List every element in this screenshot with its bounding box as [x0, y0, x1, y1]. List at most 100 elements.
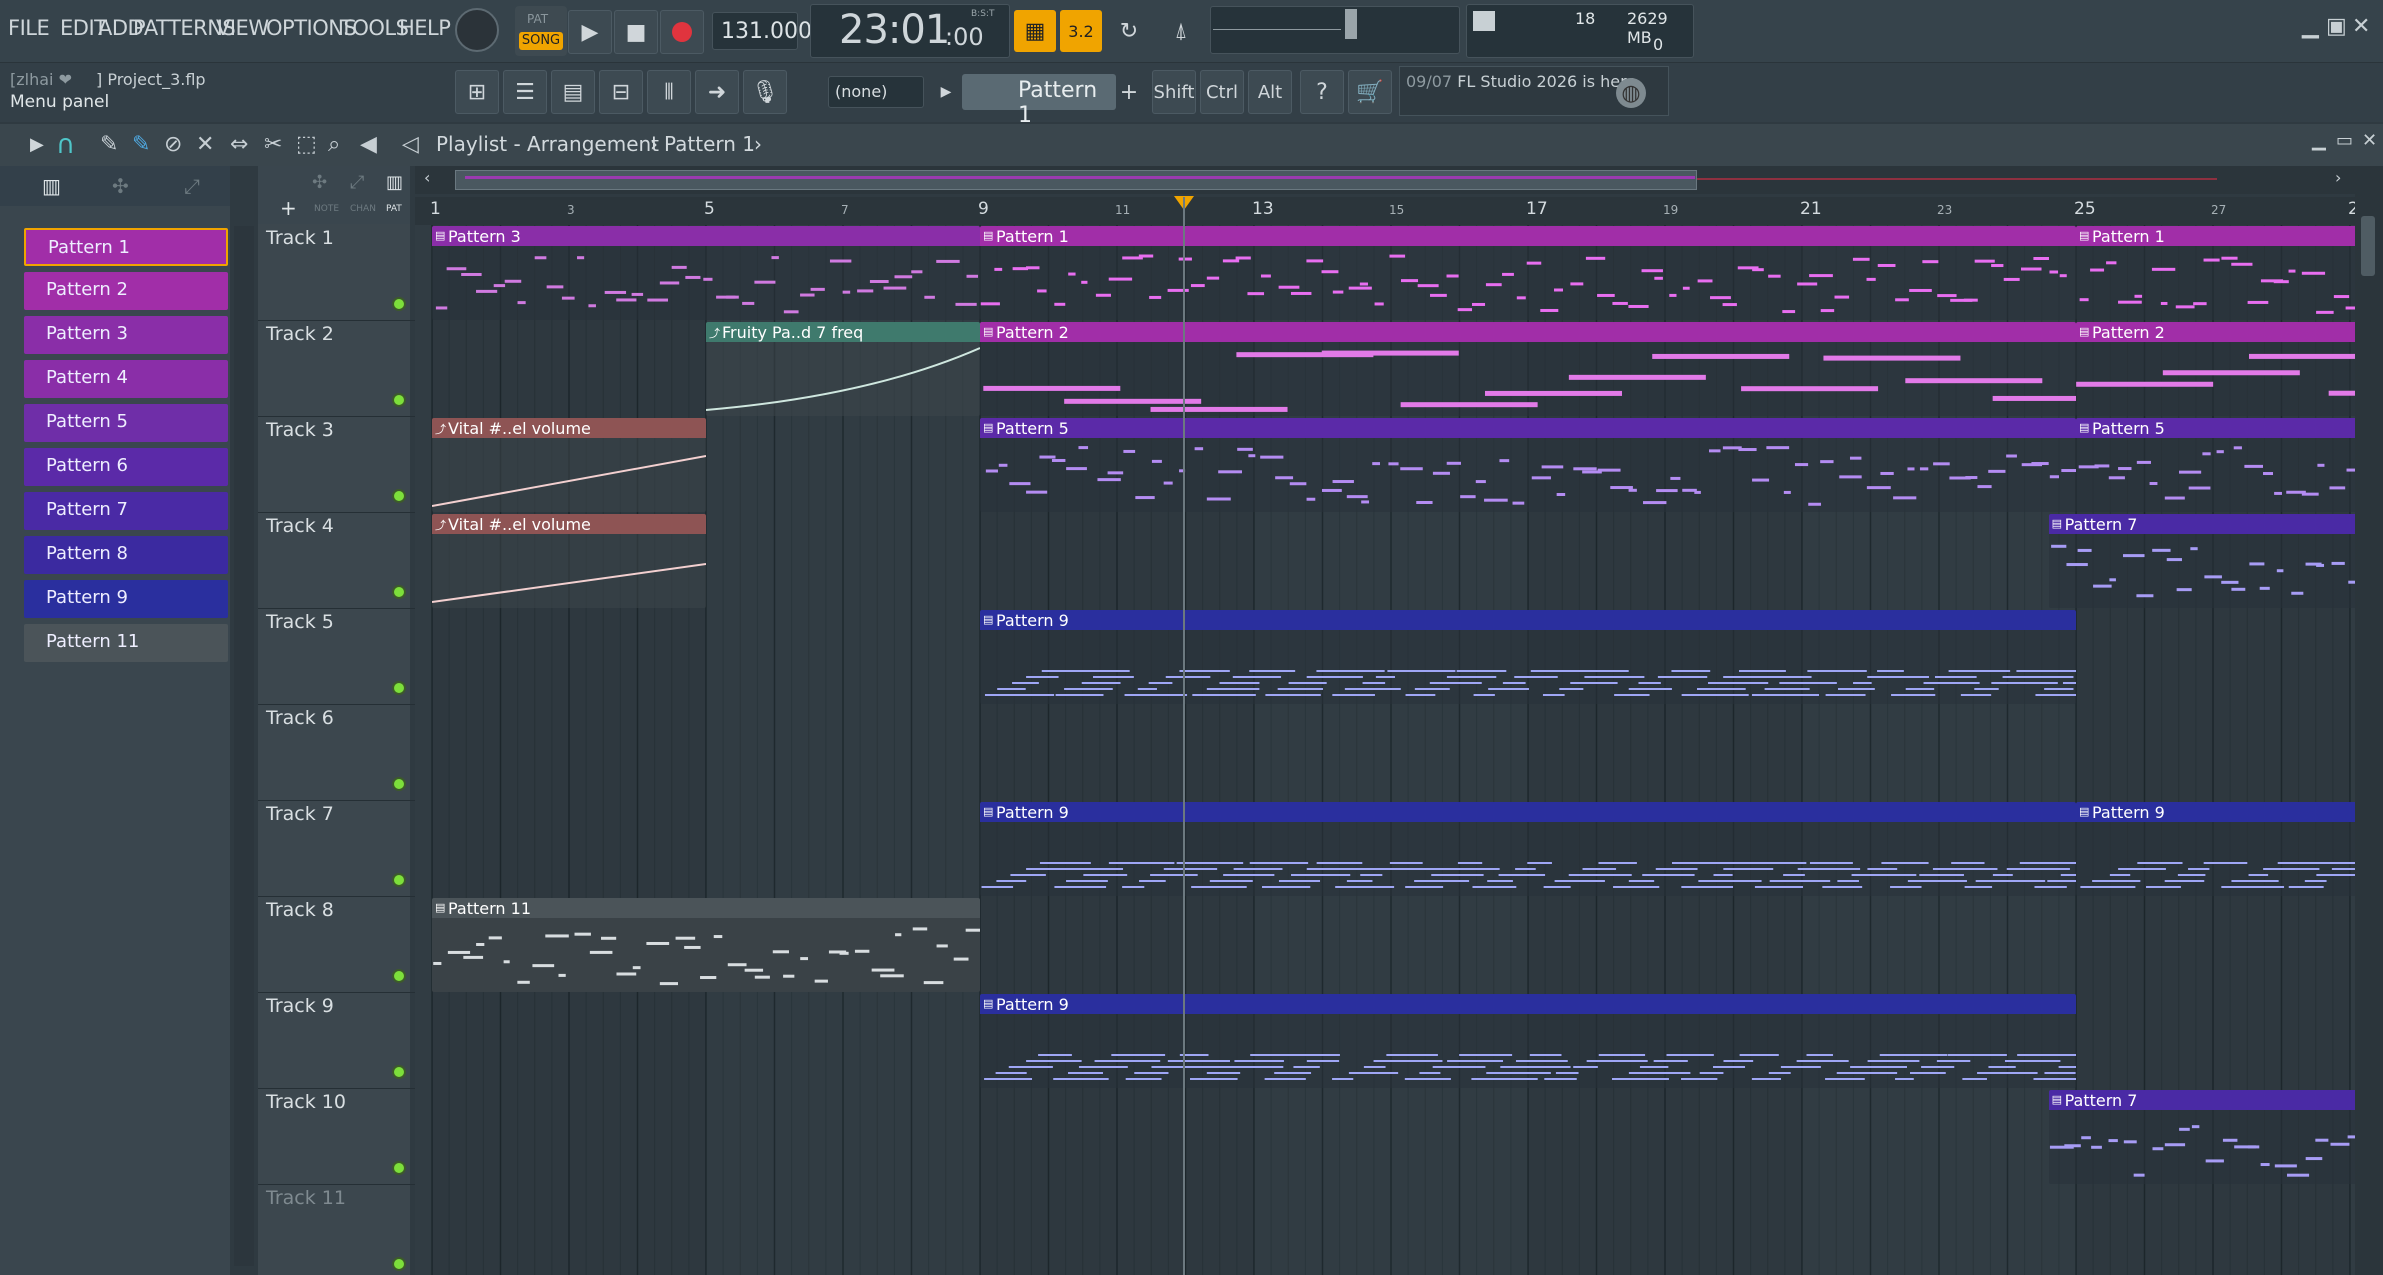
- arrangement-overview[interactable]: [415, 166, 2355, 194]
- pattern-picker-item[interactable]: Pattern 5: [24, 404, 228, 442]
- playlist-clip[interactable]: Pattern 5 ▤: [2076, 418, 2355, 512]
- playlist-clip[interactable]: Pattern 7 ▤: [2048, 1090, 2355, 1184]
- time-display[interactable]: 23:01 :00 B:S:T: [810, 4, 1010, 58]
- track-enable-led[interactable]: [392, 1161, 406, 1175]
- magnet-icon[interactable]: ∩: [56, 130, 75, 160]
- track-label[interactable]: Track 10: [266, 1091, 346, 1113]
- overview-right-arrow-icon[interactable]: ›: [2335, 168, 2341, 187]
- playlist-clip[interactable]: Pattern 7 ▤: [2048, 514, 2355, 608]
- browser-button[interactable]: ⊟: [599, 70, 643, 114]
- playlist-clip[interactable]: Vital #..el volume ⤴: [432, 418, 706, 512]
- playlist-clip[interactable]: Vital #..el volume ⤴: [432, 514, 706, 608]
- channel-select[interactable]: (none): [828, 76, 924, 108]
- track-enable-led[interactable]: [392, 585, 406, 599]
- track-enable-led[interactable]: [392, 297, 406, 311]
- menu-file[interactable]: FILE: [8, 16, 50, 40]
- pattern-picker-item[interactable]: Pattern 3: [24, 316, 228, 354]
- note-icon[interactable]: ✣: [312, 172, 327, 193]
- playlist-clip[interactable]: Pattern 3 ▤: [432, 226, 980, 320]
- track-label[interactable]: Track 2: [266, 323, 334, 345]
- online-globe-button[interactable]: ◍: [1616, 78, 1646, 108]
- playlist-maximize-icon[interactable]: ▭: [2336, 130, 2353, 151]
- select-tool-icon[interactable]: ⬚: [296, 132, 317, 157]
- overview-viewport[interactable]: [455, 170, 1697, 190]
- pattern-picker-item[interactable]: Pattern 7: [24, 492, 228, 530]
- help-button[interactable]: ?: [1300, 70, 1344, 114]
- track-label[interactable]: Track 7: [266, 803, 334, 825]
- playlist-clip[interactable]: Fruity Pa..d 7 freq ⤴: [706, 322, 980, 416]
- delete-tool-icon[interactable]: ⊘: [164, 132, 182, 157]
- arrangement-grid[interactable]: Pattern 3 ▤ Pattern 1 ▤ Pattern 1 ▤ Fruity Pa.…: [415, 225, 2355, 1275]
- stop-button[interactable]: ■: [614, 10, 658, 54]
- playlist-clip[interactable]: Pattern 1 ▤: [980, 226, 2076, 320]
- track-enable-led[interactable]: [392, 777, 406, 791]
- slip-tool-icon[interactable]: ⇔: [230, 132, 248, 157]
- add-track-button[interactable]: +: [280, 196, 297, 220]
- track-label[interactable]: Track 1: [266, 227, 334, 249]
- pattern-picker-item[interactable]: Pattern 11: [24, 624, 228, 662]
- countdown-button[interactable]: 3.2: [1060, 10, 1102, 52]
- pattern-picker-item[interactable]: Pattern 9: [24, 580, 228, 618]
- playlist-menu-arrow-icon[interactable]: ▶: [30, 134, 44, 155]
- playlist-clip[interactable]: Pattern 2 ▤: [980, 322, 2076, 416]
- overview-left-arrow-icon[interactable]: ‹: [424, 168, 430, 187]
- ctrl-button[interactable]: Ctrl: [1200, 70, 1244, 114]
- track-enable-led[interactable]: [392, 873, 406, 887]
- playlist-minimize-icon[interactable]: ▁: [2312, 130, 2326, 151]
- zoom-tool-icon[interactable]: ⌕: [328, 132, 340, 157]
- pitch-slider[interactable]: [1345, 9, 1357, 39]
- maximize-icon[interactable]: ▣: [2326, 14, 2347, 39]
- shift-button[interactable]: Shift: [1152, 70, 1196, 114]
- alt-button[interactable]: Alt: [1248, 70, 1292, 114]
- typing-keyboard-button[interactable]: ▦: [1014, 10, 1056, 52]
- shop-button[interactable]: 🛒: [1348, 70, 1392, 114]
- pattern-picker-item[interactable]: Pattern 8: [24, 536, 228, 574]
- track-label[interactable]: Track 11: [266, 1187, 346, 1209]
- playlist-clip[interactable]: Pattern 9 ▤: [980, 610, 2076, 704]
- loop-record-button[interactable]: ↻: [1108, 10, 1150, 52]
- pattern-selector[interactable]: Pattern 1: [962, 74, 1116, 128]
- track-enable-led[interactable]: [392, 489, 406, 503]
- add-pattern-button[interactable]: +: [1118, 76, 1140, 108]
- play-button[interactable]: ▶: [568, 10, 612, 54]
- pattern-picker-item[interactable]: Pattern 4: [24, 360, 228, 398]
- track-enable-led[interactable]: [392, 393, 406, 407]
- piano-roll-button[interactable]: ▤: [551, 70, 595, 114]
- track-label[interactable]: Track 5: [266, 611, 334, 633]
- menu-view[interactable]: VIEW: [216, 16, 269, 40]
- playlist-window-button[interactable]: ⊞: [455, 70, 499, 114]
- slice-tool-icon[interactable]: ✂: [264, 132, 282, 157]
- playlist-clip[interactable]: Pattern 2 ▤: [2076, 322, 2355, 416]
- mixer-button[interactable]: ⫴: [647, 70, 691, 114]
- track-enable-led[interactable]: [392, 1257, 406, 1271]
- playlist-vertical-scrollbar[interactable]: [2355, 166, 2383, 1275]
- playlist-clip[interactable]: Pattern 9 ▤: [2076, 802, 2355, 896]
- pencil-icon[interactable]: ✎: [100, 132, 118, 157]
- track-enable-led[interactable]: [392, 681, 406, 695]
- close-icon[interactable]: ✕: [2352, 14, 2370, 39]
- minimize-icon[interactable]: ▁: [2302, 14, 2319, 39]
- playlist-close-icon[interactable]: ✕: [2362, 130, 2377, 151]
- pat-icon[interactable]: ▥: [386, 172, 403, 193]
- track-label[interactable]: Track 4: [266, 515, 334, 537]
- picker-scrollbar[interactable]: [234, 226, 254, 1266]
- tempo-display[interactable]: 131.000: [712, 12, 812, 50]
- mute-tool-icon[interactable]: ✕: [196, 132, 214, 157]
- piano-icon[interactable]: ▥: [42, 174, 61, 198]
- pattern-picker-item[interactable]: Pattern 1: [24, 228, 228, 266]
- track-label[interactable]: Track 9: [266, 995, 334, 1017]
- plugin-picker-button[interactable]: ➜: [695, 70, 739, 114]
- paint-brush-icon[interactable]: ✎: [132, 132, 150, 157]
- audio-recorder-button[interactable]: 🎙: [743, 70, 787, 114]
- menu-help[interactable]: HELP: [399, 16, 451, 40]
- playlist-clip[interactable]: Pattern 11 ▤: [432, 898, 980, 992]
- master-volume-knob[interactable]: [455, 8, 499, 52]
- track-enable-led[interactable]: [392, 969, 406, 983]
- pattern-prev-button[interactable]: ▶: [936, 76, 956, 108]
- pat-song-switch[interactable]: PAT SONG: [515, 6, 567, 56]
- track-label[interactable]: Track 8: [266, 899, 334, 921]
- automation-icon[interactable]: ⤢: [184, 174, 200, 198]
- pattern-picker-item[interactable]: Pattern 6: [24, 448, 228, 486]
- vertical-scroll-thumb[interactable]: [2361, 216, 2375, 276]
- playback-tool-icon[interactable]: ◀: [360, 132, 377, 157]
